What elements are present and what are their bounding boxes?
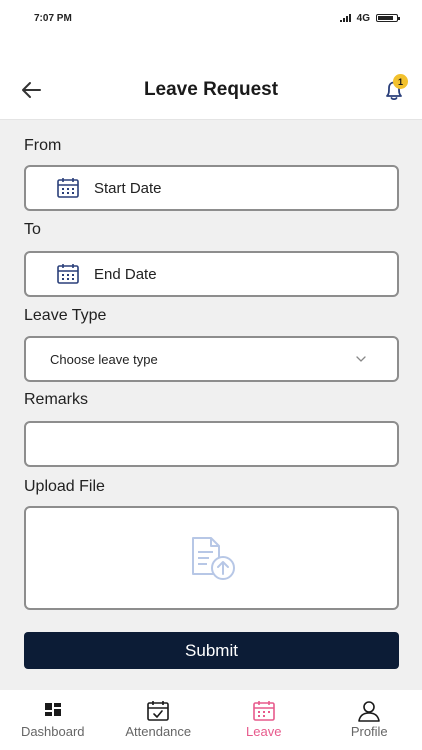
bottom-nav: Dashboard Attendance Leave Profile [0, 690, 422, 750]
app-header: Leave Request 1 [0, 36, 422, 120]
notification-badge: 1 [393, 74, 408, 89]
end-date-text: End Date [94, 265, 157, 283]
status-indicators: 4G [339, 12, 400, 24]
upload-file-label: Upload File [24, 478, 105, 495]
from-label: From [24, 137, 62, 154]
status-time: 7:07 PM [34, 12, 72, 24]
nav-item-profile[interactable]: Profile [319, 700, 419, 739]
page-title: Leave Request [143, 79, 279, 100]
status-bar: 7:07 PM 4G [0, 0, 422, 36]
remarks-label: Remarks [24, 391, 89, 408]
battery-icon [376, 14, 400, 22]
nav-label-dashboard: Dashboard [20, 724, 85, 739]
leave-type-label: Leave Type [24, 307, 107, 324]
nav-label-profile: Profile [350, 724, 388, 739]
to-label: To [24, 221, 41, 238]
network-type: 4G [356, 12, 370, 24]
calendar-icon [57, 178, 79, 198]
leave-type-value: Choose leave type [50, 351, 158, 367]
nav-item-dashboard[interactable]: Dashboard [3, 700, 103, 739]
nav-item-attendance[interactable]: Attendance [108, 700, 208, 739]
end-date-field[interactable]: End Date [24, 251, 399, 297]
remarks-input[interactable] [24, 421, 399, 467]
nav-label-attendance: Attendance [125, 724, 192, 739]
calendar-icon [252, 701, 275, 721]
file-upload-icon [191, 537, 235, 580]
notifications-button[interactable]: 1 [380, 74, 408, 104]
leave-type-select[interactable]: Choose leave type [24, 336, 399, 382]
start-date-text: Start Date [94, 179, 162, 197]
nav-item-leave[interactable]: Leave [214, 700, 314, 739]
nav-label-leave: Leave [246, 724, 282, 739]
start-date-field[interactable]: Start Date [24, 165, 399, 211]
dashboard-icon [44, 703, 61, 716]
upload-file-area[interactable] [24, 506, 399, 610]
calendar-icon [57, 264, 79, 284]
user-icon [358, 701, 381, 722]
calendar-check-icon [147, 701, 170, 721]
submit-button[interactable]: Submit [24, 632, 399, 669]
chevron-down-icon [356, 356, 366, 362]
signal-icon [339, 14, 351, 22]
